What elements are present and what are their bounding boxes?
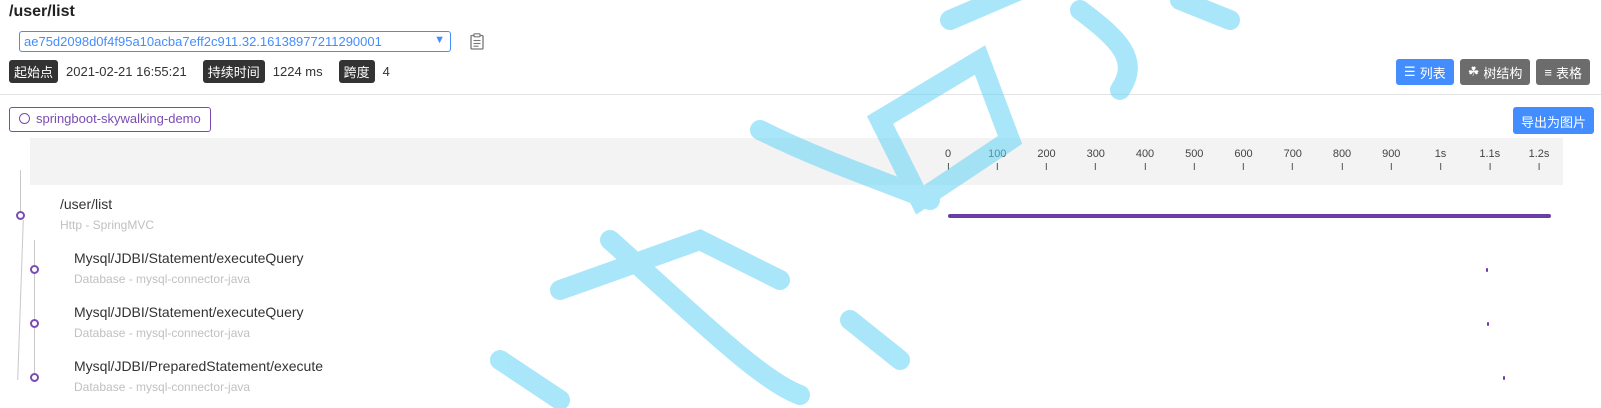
- span-name[interactable]: Mysql/JDBI/Statement/executeQuery: [74, 250, 304, 266]
- span-bar[interactable]: [948, 214, 1551, 218]
- duration-value: 1224 ms: [272, 64, 323, 79]
- ruler-tick: 100: [988, 148, 1006, 170]
- ruler-tick: 700: [1284, 148, 1302, 170]
- service-tag[interactable]: springboot-skywalking-demo: [9, 107, 211, 132]
- tree-icon: ☘: [1467, 64, 1480, 79]
- list-view-button[interactable]: ☰ 列表: [1396, 59, 1454, 85]
- span-node-icon[interactable]: [30, 265, 39, 274]
- tree-connector: [17, 220, 24, 380]
- span-bar[interactable]: [1485, 268, 1488, 272]
- tree-connector: [20, 170, 21, 216]
- tree-view-label: 树结构: [1483, 65, 1523, 81]
- tree-connector: [34, 240, 35, 380]
- ruler-tick: 800: [1333, 148, 1351, 170]
- service-name: springboot-skywalking-demo: [36, 111, 201, 126]
- span-component: Database - mysql-connector-java: [74, 272, 251, 286]
- ruler-tick: 1.1s: [1479, 148, 1500, 170]
- start-tag: 起始点: [9, 60, 59, 83]
- span-node-icon[interactable]: [16, 211, 25, 220]
- span-count-tag: 跨度: [338, 60, 375, 83]
- span-bar[interactable]: [1503, 376, 1506, 380]
- list-view-label: 列表: [1419, 65, 1446, 81]
- span-component: Http - SpringMVC: [60, 218, 155, 232]
- table-icon: ≡: [1544, 64, 1552, 80]
- export-image-button[interactable]: 导出为图片: [1512, 107, 1594, 134]
- divider: [0, 94, 1601, 95]
- chevron-down-icon: ▼: [434, 34, 445, 46]
- span-component: Database - mysql-connector-java: [74, 326, 251, 340]
- page-title: /user/list: [9, 3, 75, 20]
- span-name[interactable]: Mysql/JDBI/PreparedStatement/execute: [74, 358, 323, 374]
- ruler-tick: 1.2s: [1529, 148, 1550, 170]
- trace-id-select[interactable]: ae75d2098d0f4f95a10acba7eff2c911.32.1613…: [19, 31, 451, 52]
- trace-id-value: ae75d2098d0f4f95a10acba7eff2c911.32.1613…: [24, 34, 382, 49]
- ruler-tick: 0: [945, 148, 951, 170]
- view-switcher: ☰ 列表 ☘ 树结构 ≡ 表格: [1396, 59, 1590, 85]
- ruler-tick: 300: [1087, 148, 1105, 170]
- span-name[interactable]: /user/list: [60, 196, 112, 212]
- duration-tag: 持续时间: [202, 60, 265, 83]
- table-view-label: 表格: [1555, 65, 1582, 81]
- table-view-button[interactable]: ≡ 表格: [1536, 59, 1590, 85]
- ruler-tick: 900: [1382, 148, 1400, 170]
- tree-view-button[interactable]: ☘ 树结构: [1459, 59, 1531, 85]
- ruler-tick: 400: [1136, 148, 1154, 170]
- list-icon: ☰: [1404, 64, 1416, 79]
- ruler-tick: 600: [1234, 148, 1252, 170]
- span-count-value: 4: [382, 64, 390, 79]
- trace-meta: 起始点 2021-02-21 16:55:21 持续时间 1224 ms 跨度 …: [9, 60, 406, 83]
- circle-icon: [19, 113, 30, 124]
- span-component: Database - mysql-connector-java: [74, 380, 251, 394]
- span-bar[interactable]: [1487, 322, 1490, 326]
- span-node-icon[interactable]: [30, 319, 39, 328]
- span-name[interactable]: Mysql/JDBI/Statement/executeQuery: [74, 304, 304, 320]
- start-value: 2021-02-21 16:55:21: [66, 64, 187, 79]
- ruler-tick: 200: [1037, 148, 1055, 170]
- timeline-ruler: 0 100 200 300 400 500 600 700 800 900 1s 1.1s 1.2s: [30, 138, 1563, 185]
- ruler-tick: 500: [1185, 148, 1203, 170]
- ruler-tick: 1s: [1435, 148, 1447, 170]
- span-node-icon[interactable]: [30, 373, 39, 382]
- clipboard-icon[interactable]: [470, 33, 484, 50]
